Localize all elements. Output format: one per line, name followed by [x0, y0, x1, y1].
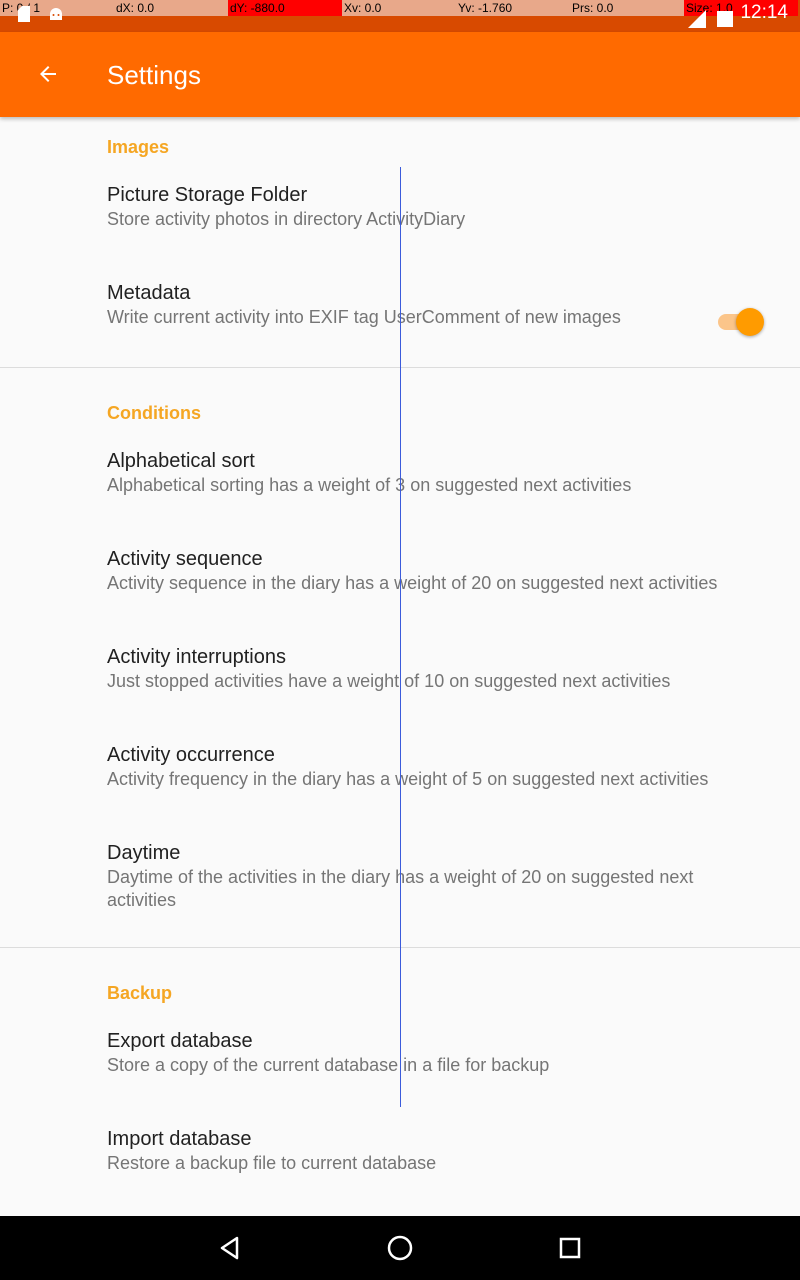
status-bar: P: 0 / 1 dX: 0.0 dY: -880.0 Xv: 0.0 Yv: … — [0, 0, 800, 32]
navigation-bar — [0, 1216, 800, 1280]
nav-back-button[interactable] — [210, 1228, 250, 1268]
overlay-xv: Xv: 0.0 — [342, 0, 456, 16]
pref-title: Export database — [107, 1030, 253, 1052]
overlay-pressure: Prs: 0.0 — [570, 0, 684, 16]
pref-title: Picture Storage Folder — [107, 184, 308, 206]
pref-summary: Write current activity into EXIF tag Use… — [107, 307, 621, 327]
pref-summary: Just stopped activities have a weight of… — [107, 671, 671, 691]
pref-summary: Activity frequency in the diary has a we… — [107, 769, 709, 789]
overlay-dy: dY: -880.0 — [228, 0, 342, 16]
signal-icon — [688, 10, 706, 28]
metadata-toggle[interactable] — [716, 307, 764, 336]
pref-title: Activity occurrence — [107, 744, 275, 766]
pref-title: Metadata — [107, 282, 191, 304]
overlay-yv: Yv: -1.760 — [456, 0, 570, 16]
home-circle-icon — [387, 1235, 413, 1261]
back-triangle-icon — [220, 1236, 239, 1260]
pref-import-database[interactable]: Import database Restore a backup file to… — [0, 1121, 800, 1219]
pref-title: Alphabetical sort — [107, 450, 255, 472]
pref-summary: Daytime of the activities in the diary h… — [107, 867, 694, 910]
android-icon — [50, 8, 62, 20]
pointer-trace-line — [400, 167, 401, 1107]
nav-home-button[interactable] — [380, 1228, 420, 1268]
pointer-location-overlay: P: 0 / 1 dX: 0.0 dY: -880.0 Xv: 0.0 Yv: … — [0, 0, 800, 16]
pref-title: Activity interruptions — [107, 646, 286, 668]
pref-summary: Restore a backup file to current databas… — [107, 1153, 437, 1173]
app-bar: Settings — [0, 32, 800, 117]
pref-summary: Activity sequence in the diary has a wei… — [107, 573, 718, 593]
overlay-dx: dX: 0.0 — [114, 0, 228, 16]
back-button[interactable] — [28, 54, 68, 94]
pref-summary: Store a copy of the current database in … — [107, 1055, 550, 1075]
toggle-thumb — [736, 308, 764, 336]
arrow-back-icon — [40, 66, 56, 82]
pref-title: Activity sequence — [107, 548, 263, 570]
nav-recents-button[interactable] — [550, 1228, 590, 1268]
page-title: Settings — [107, 60, 201, 90]
pref-summary: Store activity photos in directory Activ… — [107, 209, 466, 229]
battery-icon — [717, 11, 733, 27]
status-time: 12:14 — [740, 2, 788, 23]
pref-title: Import database — [107, 1128, 252, 1150]
pref-summary: Alphabetical sorting has a weight of 3 o… — [107, 475, 632, 495]
recents-square-icon — [559, 1237, 581, 1259]
pref-title: Daytime — [107, 842, 181, 864]
sd-card-icon — [18, 6, 30, 22]
